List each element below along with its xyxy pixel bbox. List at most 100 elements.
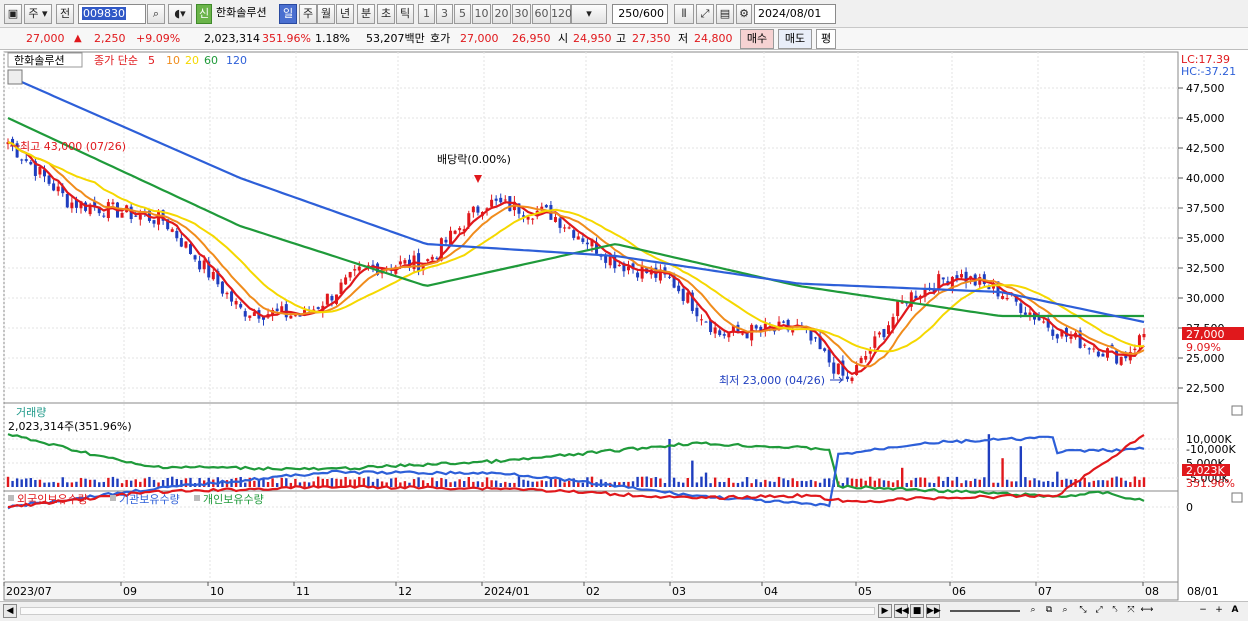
zoom-out-icon[interactable]: ⌕ <box>1026 604 1040 618</box>
scrollbar-track[interactable] <box>20 607 875 615</box>
legend-ma-120: 120 <box>226 54 247 67</box>
candle-body <box>704 321 708 323</box>
plus-icon[interactable]: + <box>1212 604 1226 618</box>
rewind-icon[interactable]: ◀◀ <box>894 604 909 618</box>
volume-bar <box>695 482 699 487</box>
volume-bar <box>157 482 160 487</box>
xaxis-label: 2024/01 <box>484 585 530 598</box>
range-button-0[interactable]: 1 <box>418 4 435 24</box>
arrow-icon[interactable]: ⤢ <box>1092 604 1106 618</box>
volume-bar <box>663 482 667 487</box>
stop-icon[interactable]: ■ <box>910 604 924 618</box>
candle-body <box>220 281 224 294</box>
period-tab-3[interactable]: 년 <box>336 4 354 24</box>
change-pct: +9.09% <box>136 32 181 45</box>
prev-button[interactable]: 전 <box>56 4 74 24</box>
period-tab-4[interactable]: 분 <box>357 4 375 24</box>
ruler-icon[interactable]: ⟷ <box>1140 604 1154 618</box>
range-button-4[interactable]: 20 <box>492 4 511 24</box>
volume-bar <box>25 478 28 487</box>
open-value: 24,950 <box>573 32 612 45</box>
candle-body <box>316 307 320 309</box>
volume-bar <box>791 478 794 487</box>
date-input[interactable]: 2024/08/01 <box>754 4 836 24</box>
search-icon[interactable]: ⌕ <box>147 4 165 24</box>
minus-icon[interactable]: − <box>1196 604 1210 618</box>
holding-panel-close-icon[interactable] <box>1231 492 1243 503</box>
scroll-right-icon[interactable]: ▶ <box>878 604 892 618</box>
crosshair-icon[interactable]: ⤡ <box>1076 604 1090 618</box>
volume-bar <box>955 476 959 487</box>
chart-toolbar: ▣ 주 ▾ 전 009830 ⌕ ◖▾ 신 한화솔루션 일주월년분초틱 1351… <box>0 0 1248 28</box>
candle-body <box>1083 344 1087 346</box>
table-icon[interactable] <box>7 69 23 85</box>
volume-bar <box>887 480 890 487</box>
hc-value: HC:-37.21 <box>1181 65 1236 78</box>
period-tab-2[interactable]: 월 <box>317 4 335 24</box>
holding-axis-label: -10,000K <box>1186 443 1236 456</box>
candle-body <box>1133 348 1137 351</box>
stock-code-input[interactable]: 009830 <box>78 4 146 24</box>
volume-bar <box>317 476 320 487</box>
period-type-select[interactable]: 주 ▾ <box>24 4 52 24</box>
xaxis-label: 03 <box>672 585 686 598</box>
price-axis-label: 47,500 <box>1186 82 1225 95</box>
chart-area[interactable]: 47,500 45,000 42,500 40,000 37,500 35,000 32,5… <box>0 50 1248 601</box>
volume-bar <box>107 477 110 487</box>
holding-legend-2: 개인보유수량 <box>203 493 264 506</box>
candle-body <box>782 321 786 323</box>
range-button-2[interactable]: 5 <box>454 4 471 24</box>
volume-bar <box>1115 476 1118 487</box>
candle-body <box>941 277 945 280</box>
sell-button[interactable]: 매도 <box>778 29 812 49</box>
bottom-bar: ◀ ▶ ◀◀ ■ ▶▶ ⌕ ⧉ ⌕ ⤡ ⤢ ⤣ ⤧ ⟷ − + A <box>0 601 1248 621</box>
volume-bar <box>1033 478 1036 487</box>
volume-bar <box>1005 479 1009 487</box>
volume-bar <box>494 480 498 487</box>
font-size-icon[interactable]: A <box>1228 604 1242 618</box>
measure-icon[interactable]: ⤣ <box>1108 604 1122 618</box>
period-tab-6[interactable]: 틱 <box>396 4 414 24</box>
save-icon[interactable]: ▤ <box>716 4 734 24</box>
volume-bar <box>102 481 106 487</box>
range-button-3[interactable]: 10 <box>472 4 491 24</box>
volume-bar <box>531 481 534 487</box>
candle-icon[interactable]: ⫴ <box>674 4 694 24</box>
chart-svg[interactable]: 47,500 45,000 42,500 40,000 37,500 35,000 32,5… <box>0 50 1248 601</box>
candle-body <box>850 377 854 382</box>
candle-body <box>111 202 115 205</box>
window-menu-icon[interactable]: ▣ <box>4 4 22 24</box>
expand-icon[interactable]: ⤧ <box>1124 604 1138 618</box>
candle-body <box>1087 348 1091 350</box>
volume-bar <box>682 482 685 487</box>
gear-icon[interactable]: ⚙ <box>736 4 752 24</box>
candle-body <box>458 228 462 231</box>
volume-bar <box>713 477 717 487</box>
volume-bar <box>1010 481 1013 487</box>
draw-tool-icon[interactable]: ⤢ <box>696 4 714 24</box>
fast-forward-icon[interactable]: ▶▶ <box>926 604 941 618</box>
volume-bar <box>61 477 64 487</box>
range-button-5[interactable]: 30 <box>512 4 531 24</box>
period-tab-5[interactable]: 초 <box>377 4 395 24</box>
zoom-in-icon[interactable]: ⌕ <box>1058 604 1072 618</box>
range-dropdown[interactable]: ▾ <box>571 4 607 24</box>
volume-bar <box>549 478 553 487</box>
price-axis-label: 42,500 <box>1186 142 1225 155</box>
period-tab-1[interactable]: 주 <box>299 4 317 24</box>
volume-panel-close-icon[interactable] <box>1231 405 1243 416</box>
xaxis-label: 10 <box>210 585 224 598</box>
scroll-left-icon[interactable]: ◀ <box>3 604 17 618</box>
range-button-1[interactable]: 3 <box>436 4 453 24</box>
zoom-slider[interactable] <box>950 610 1020 612</box>
price-legend: 한화솔루션 종가 단순 5 10 20 60 120 <box>7 52 247 68</box>
zoom-fit-icon[interactable]: ⧉ <box>1042 604 1056 618</box>
buy-button[interactable]: 매수 <box>740 29 774 49</box>
volume-bar <box>727 477 731 487</box>
period-tab-0[interactable]: 일 <box>279 4 297 24</box>
range-button-7[interactable]: 120 <box>550 4 572 24</box>
eval-button[interactable]: 평 <box>816 29 836 49</box>
sound-icon[interactable]: ◖▾ <box>168 4 192 24</box>
count-input[interactable]: 250/600 <box>612 4 668 24</box>
range-button-6[interactable]: 60 <box>532 4 551 24</box>
